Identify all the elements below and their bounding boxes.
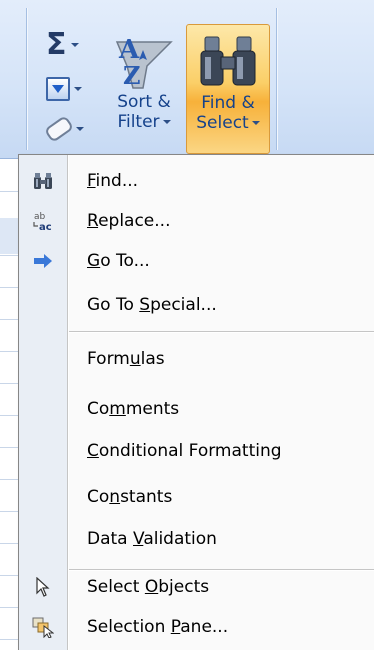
menu-item-constants[interactable]: Constants — [19, 477, 374, 517]
sort-filter-label-line1: Sort & — [117, 92, 171, 112]
label-pre: Go To — [87, 295, 140, 315]
menu-separator — [69, 331, 374, 333]
menu-item-formulas[interactable]: Formulas — [19, 339, 374, 379]
empty-icon-slot — [19, 519, 67, 559]
empty-icon-slot — [19, 431, 67, 471]
menu-item-label: Data Validation — [87, 529, 217, 549]
menu-item-comments[interactable]: Comments — [19, 389, 374, 429]
menu-item-label: Select Objects — [87, 577, 209, 597]
access-key: m — [109, 399, 126, 419]
menu-item-go-to-special[interactable]: Go To Special... — [19, 285, 374, 325]
chevron-down-icon[interactable] — [70, 43, 79, 47]
cursor-arrow-icon — [19, 567, 67, 607]
label-pre: Data — [87, 529, 133, 549]
menu-item-select-objects[interactable]: Select Objects — [19, 567, 374, 607]
label-pre: Select — [87, 577, 145, 597]
autosum-icon: Σ — [46, 27, 67, 62]
menu-item-data-validation[interactable]: Data Validation — [19, 519, 374, 559]
menu-item-label: Comments — [87, 399, 179, 419]
find-select-menu: Find... ab ac Replace... Go To... Go To … — [18, 154, 374, 650]
replace-icon: ab ac — [19, 201, 67, 241]
clear-button[interactable] — [43, 112, 90, 146]
chevron-down-icon — [251, 121, 260, 125]
svg-text:ab: ab — [34, 212, 46, 222]
label-post: o To... — [100, 251, 150, 271]
menu-item-label: Constants — [87, 487, 172, 507]
find-select-label: Find & Select — [196, 93, 260, 133]
menu-item-find[interactable]: Find... — [19, 161, 374, 201]
access-key: u — [129, 349, 141, 369]
svg-text:Z: Z — [123, 61, 141, 90]
empty-icon-slot — [19, 339, 67, 379]
label-post: ane... — [180, 617, 229, 637]
menu-item-label: Formulas — [87, 349, 165, 369]
empty-icon-slot — [19, 389, 67, 429]
label-post: bjects — [158, 577, 210, 597]
label-pre: Selection — [87, 617, 171, 637]
chevron-down-icon — [162, 120, 171, 124]
access-key: R — [87, 211, 99, 231]
label-post: stants — [120, 487, 173, 507]
binoculars-icon — [200, 36, 256, 86]
access-key: F — [87, 171, 96, 191]
empty-icon-slot — [19, 285, 67, 325]
sort-filter-label-line2-text: Filter — [117, 112, 160, 132]
find-select-button[interactable]: Find & Select — [186, 24, 270, 154]
arrow-right-icon — [19, 241, 67, 281]
menu-item-label: Go To... — [87, 251, 150, 271]
sort-filter-label-line2: Filter — [117, 112, 171, 132]
label-post: alidation — [143, 529, 217, 549]
menu-item-go-to[interactable]: Go To... — [19, 241, 374, 281]
chevron-down-icon[interactable] — [74, 87, 82, 91]
menu-item-label: Find... — [87, 171, 138, 191]
menu-item-label: Replace... — [87, 211, 170, 231]
menu-item-conditional-formatting[interactable]: Conditional Formatting — [19, 431, 374, 471]
label-pre: Co — [87, 399, 110, 419]
sort-filter-icon: A Z — [115, 35, 173, 90]
menu-item-label: Selection Pane... — [87, 617, 228, 637]
access-key: S — [139, 295, 151, 315]
label-pre: Co — [87, 487, 110, 507]
clear-icon — [43, 114, 75, 144]
label-post: ments — [125, 399, 180, 419]
svg-text:ac: ac — [39, 222, 52, 232]
label-post: las — [140, 349, 165, 369]
label-post: pecial... — [150, 295, 217, 315]
access-key: G — [87, 251, 101, 271]
sort-filter-label: Sort & Filter — [117, 92, 171, 132]
ribbon-divider — [26, 8, 27, 150]
fill-button[interactable] — [46, 72, 90, 106]
label-post: onditional Formatting — [98, 441, 282, 461]
menu-item-label: Conditional Formatting — [87, 441, 282, 461]
empty-icon-slot — [19, 477, 67, 517]
access-key: C — [87, 441, 99, 461]
menu-item-replace[interactable]: ab ac Replace... — [19, 201, 374, 241]
chevron-down-icon[interactable] — [76, 127, 84, 131]
binoculars-icon — [19, 161, 67, 201]
find-select-label-line2: Select — [196, 113, 260, 133]
selection-pane-icon — [19, 607, 67, 647]
label-post: ind... — [95, 171, 139, 191]
worksheet-selected-row — [0, 218, 18, 254]
find-select-label-line2-text: Select — [196, 113, 249, 133]
menu-item-selection-pane[interactable]: Selection Pane... — [19, 607, 374, 647]
ribbon-divider — [276, 8, 277, 150]
label-pre: Form — [87, 349, 130, 369]
find-select-label-line1: Find & — [201, 93, 255, 113]
ribbon: Σ A Z Sort & Filter Find & Select — [0, 0, 374, 159]
label-post: eplace... — [98, 211, 171, 231]
menu-item-label: Go To Special... — [87, 295, 217, 315]
access-key: P — [170, 617, 181, 637]
access-key: V — [133, 529, 144, 549]
autosum-button[interactable]: Σ — [46, 28, 90, 62]
sort-filter-button[interactable]: A Z Sort & Filter — [108, 24, 180, 152]
access-key: n — [109, 487, 121, 507]
access-key: O — [144, 577, 159, 597]
fill-icon — [46, 77, 70, 101]
